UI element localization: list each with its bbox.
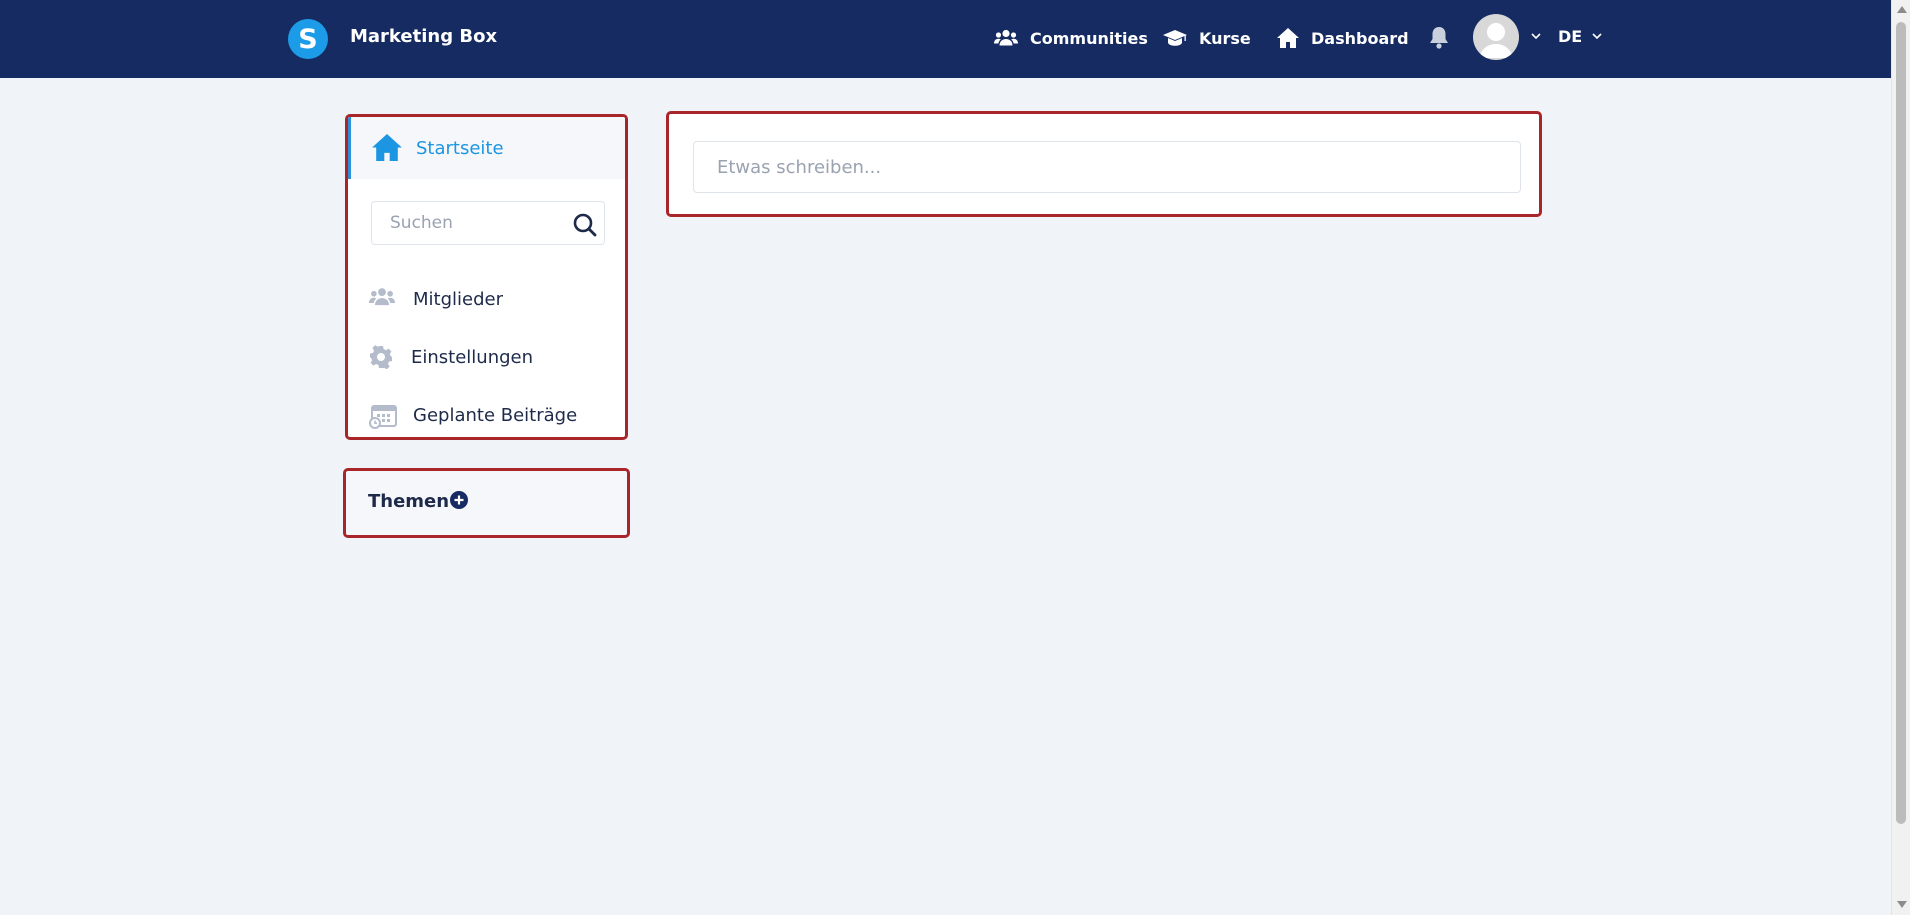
graduation-cap-icon <box>1163 30 1187 46</box>
users-icon <box>994 29 1018 46</box>
sidebar-item-label: Einstellungen <box>411 347 534 368</box>
bell-icon[interactable] <box>1428 26 1450 50</box>
sidebar-item-startseite[interactable]: Startseite <box>348 117 625 179</box>
add-topic-icon[interactable] <box>449 490 469 510</box>
scrollbar-thumb[interactable] <box>1896 22 1906 824</box>
nav-communities-label: Communities <box>1030 28 1148 48</box>
logo-letter: S <box>298 23 318 55</box>
page-scrollbar[interactable] <box>1891 0 1910 915</box>
sidebar-item-label: Mitglieder <box>413 289 503 310</box>
nav-dashboard-label: Dashboard <box>1311 28 1409 48</box>
post-input[interactable] <box>693 141 1521 193</box>
search-input[interactable] <box>372 202 562 244</box>
gear-icon <box>370 345 392 369</box>
home-icon <box>1277 28 1299 48</box>
search-icon[interactable] <box>573 213 597 237</box>
user-avatar[interactable] <box>1473 14 1519 60</box>
nav-dashboard[interactable]: Dashboard <box>1277 26 1409 50</box>
language-chevron-down-icon[interactable] <box>1591 30 1603 42</box>
members-icon <box>369 288 395 306</box>
app-title[interactable]: Marketing Box <box>350 26 497 47</box>
sidebar-search[interactable] <box>371 201 605 245</box>
sidebar-item-geplante-beitraege[interactable]: Geplante Beiträge <box>348 393 625 437</box>
sidebar-item-mitglieder[interactable]: Mitglieder <box>348 277 625 321</box>
topics-panel: Themen <box>343 468 630 538</box>
language-selector[interactable]: DE <box>1558 27 1582 46</box>
sidebar-item-einstellungen[interactable]: Einstellungen <box>348 335 625 379</box>
sidebar-item-label: Startseite <box>416 138 504 159</box>
scroll-up-arrow-icon[interactable] <box>1897 6 1907 13</box>
post-composer <box>666 111 1542 217</box>
user-placeholder-icon <box>1479 23 1513 58</box>
app-logo[interactable]: S <box>288 19 328 59</box>
calendar-clock-icon <box>369 405 397 429</box>
topics-title: Themen <box>368 491 450 512</box>
sidebar-item-label: Geplante Beiträge <box>413 405 578 426</box>
sidebar-menu: Startseite Mitglieder Einstellungen <box>345 114 628 440</box>
home-icon <box>372 134 402 161</box>
top-navigation-bar: S Marketing Box Communities Kurse Dashbo… <box>0 0 1891 78</box>
nav-kurse[interactable]: Kurse <box>1163 26 1251 50</box>
chevron-down-icon[interactable] <box>1530 30 1542 42</box>
nav-communities[interactable]: Communities <box>994 26 1148 50</box>
scroll-down-arrow-icon[interactable] <box>1897 901 1907 908</box>
nav-kurse-label: Kurse <box>1199 28 1251 48</box>
